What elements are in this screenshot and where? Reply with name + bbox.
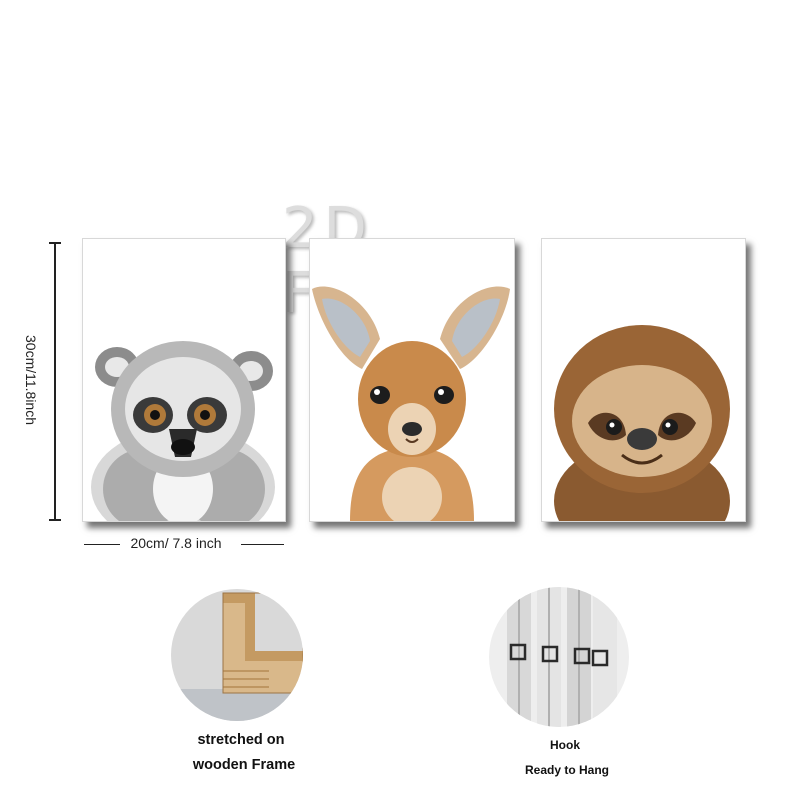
sloth-illustration (542, 239, 745, 521)
lemur-illustration (83, 239, 285, 521)
hooks-image (489, 587, 629, 727)
height-dimension-cap-top (49, 242, 61, 244)
lemur-print (82, 238, 286, 522)
width-label: 20cm/ 7.8 inch (130, 535, 222, 551)
frame-caption-line1: stretched on (197, 732, 285, 748)
kangaroo-print (309, 238, 515, 522)
wooden-frame-corner-image (171, 589, 303, 721)
sloth-print (541, 238, 746, 522)
width-dimension-line-right (241, 544, 284, 545)
height-dimension-line (54, 242, 56, 520)
frame-caption-line2: wooden Frame (192, 757, 296, 773)
height-dimension-cap-bottom (49, 519, 61, 521)
width-dimension-line-left (84, 544, 120, 545)
wooden-frame-photo (171, 589, 303, 721)
kangaroo-illustration (310, 239, 514, 521)
hook-caption-line2: Ready to Hang (524, 763, 609, 777)
hook-caption-line1: Hook (550, 738, 580, 752)
hook-photo (489, 587, 629, 727)
